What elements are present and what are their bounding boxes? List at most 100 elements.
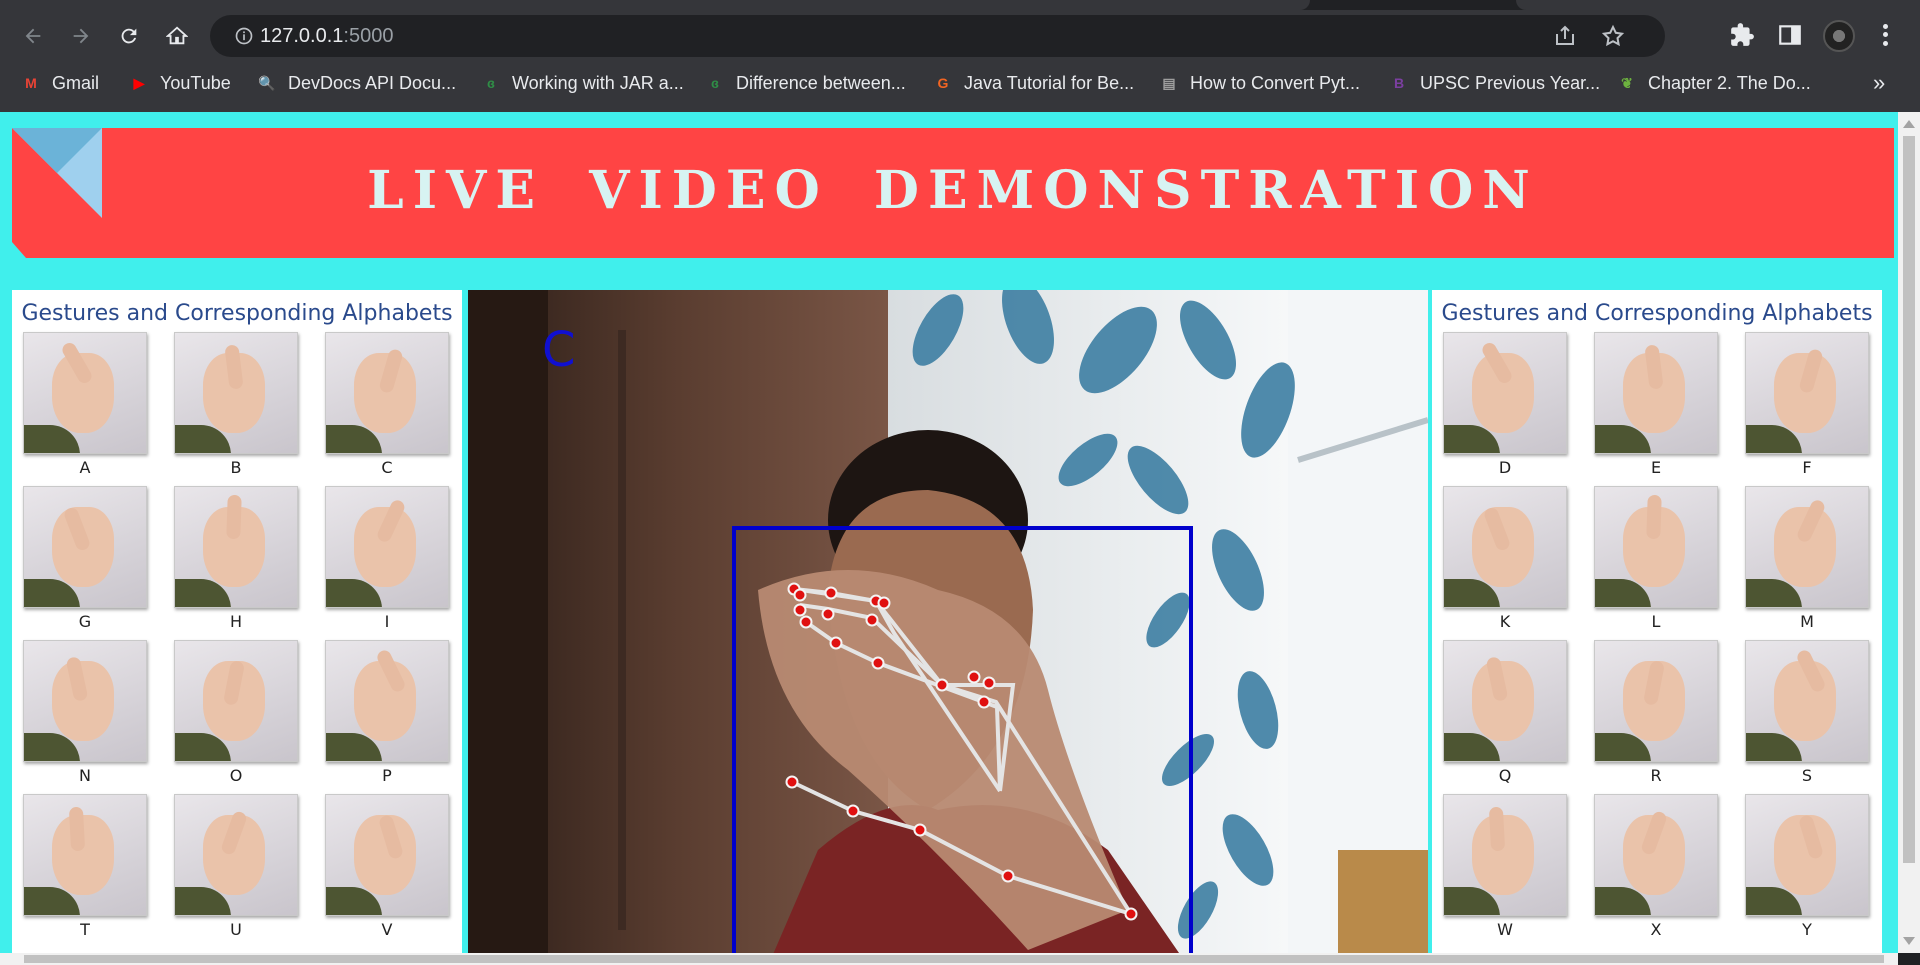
bookmark-item[interactable]: ▤ How to Convert Pyt... [1158,66,1360,100]
gesture-image [1745,794,1869,916]
bookmark-label: Gmail [52,72,100,93]
gesture-card: Q [1443,640,1567,786]
scrollbar-thumb[interactable] [24,955,1884,963]
tab-strip [0,0,1920,10]
gesture-image [1594,486,1718,608]
bookmark-label: DevDocs API Docu... [288,72,457,93]
gesture-image [174,794,298,916]
side-panel-icon[interactable] [1777,22,1803,48]
url-text[interactable]: 127.0.0.1:5000 [260,25,393,48]
extensions-icon[interactable] [1729,22,1755,48]
gesture-card: V [325,794,449,940]
live-video-feed: C [468,290,1428,953]
bookmark-b-icon: B [1393,75,1405,91]
gesture-letter: B [230,458,242,477]
bookmark-label: Working with JAR a... [512,72,684,93]
gesture-card: P [325,640,449,786]
scroll-up-arrow-icon[interactable] [1903,120,1915,128]
back-button[interactable] [17,20,49,52]
bookmark-item[interactable]: ɞ Difference between... [704,66,906,100]
bookmark-star-icon[interactable] [1601,24,1625,48]
gesture-image [325,486,449,608]
gesture-panel-heading: Gestures and Corresponding Alphabets [1441,301,1873,326]
horizontal-scrollbar[interactable] [0,953,1898,965]
video-frame [468,290,1428,953]
gesture-letter: S [1801,766,1813,785]
gesture-image [1745,486,1869,608]
home-button[interactable] [161,20,193,52]
bookmark-item[interactable]: ❦ Chapter 2. The Do... [1616,66,1811,100]
gesture-letter: O [229,766,243,785]
gesture-panel-left: Gestures and Corresponding Alphabets A B C… [12,290,462,953]
back-arrow-icon [25,28,41,44]
gesture-card: F [1745,332,1869,478]
bookmark-item[interactable]: G Java Tutorial for Be... [932,66,1135,100]
scroll-down-arrow-icon[interactable] [1903,937,1915,945]
gesture-letter: H [229,612,243,631]
page-title: LIVE VIDEO DEMONSTRATION [367,160,1539,221]
gesture-letter: W [1497,920,1513,939]
gesture-card: X [1594,794,1718,940]
gesture-letter: Q [1498,766,1512,785]
tab-strip-right [1516,0,1920,10]
gesture-image [23,486,147,608]
gesture-image [325,640,449,762]
forward-button[interactable] [65,20,97,52]
gesture-letter: Y [1802,920,1812,939]
gesture-card: K [1443,486,1567,632]
gesture-card: D [1443,332,1567,478]
gesture-grid-right: D E F K L M Q R S W X Y [1432,332,1882,940]
gesture-letter: T [80,920,90,939]
reload-button[interactable] [113,20,145,52]
gesture-card: N [23,640,147,786]
gesture-card: B [174,332,298,478]
bookmarks-overflow-button[interactable]: » [1873,66,1885,100]
bookmark-item[interactable]: ▶ YouTube [128,66,231,100]
share-icon[interactable] [1553,24,1577,48]
gesture-image [23,332,147,454]
gesture-panel-right: Gestures and Corresponding Alphabets D E F… [1432,290,1882,953]
bookmark-item[interactable]: 🔍 DevDocs API Docu... [256,66,456,100]
active-tab[interactable] [0,0,1310,10]
gesture-card: R [1594,640,1718,786]
gesture-letter: D [1498,458,1512,477]
youtube-icon: ▶ [133,74,145,91]
gesture-letter: M [1800,612,1814,631]
gesture-panel-heading: Gestures and Corresponding Alphabets [21,301,453,326]
gesture-image [1443,794,1567,916]
forward-arrow-icon [73,28,89,44]
devdocs-icon: 🔍 [258,74,276,91]
gesture-letter: C [381,458,393,477]
gesture-card: Y [1745,794,1869,940]
bookmark-label: How to Convert Pyt... [1190,72,1361,93]
gesture-letter: U [230,920,242,939]
scrollbar-thumb[interactable] [1903,136,1915,863]
gmail-icon: M [25,75,37,91]
bookmark-label: YouTube [160,72,231,93]
geeksforgeeks-icon: ɞ [487,75,495,91]
bookmark-item[interactable]: B UPSC Previous Year... [1388,66,1600,100]
bookmark-item[interactable]: ɞ Working with JAR a... [480,66,684,100]
gesture-letter: V [381,920,393,939]
gesture-image [1594,332,1718,454]
gesture-image [23,794,147,916]
gesture-image [1594,794,1718,916]
gesture-grid-left: A B C G H I N O P T U V [12,332,462,940]
url-host: 127.0.0.1 [260,25,344,47]
gesture-card: H [174,486,298,632]
gesture-letter: A [79,458,91,477]
vertical-scrollbar[interactable] [1898,112,1920,953]
appdividend-icon: ▤ [1162,74,1176,91]
gesture-image [325,332,449,454]
address-bar[interactable]: 127.0.0.1:5000 [210,15,1665,57]
gesture-image [1443,332,1567,454]
page-content: LIVE VIDEO DEMONSTRATION Gestures and Co… [0,112,1898,953]
gesture-card: W [1443,794,1567,940]
profile-avatar[interactable] [1823,20,1855,52]
gesture-image [1745,332,1869,454]
bookmarks-bar: M Gmail ▶ YouTube 🔍 DevDocs API Docu... ɞ Worki… [0,66,1920,100]
browser-menu-icon[interactable] [1878,22,1892,48]
bookmark-label: Difference between... [736,72,906,93]
bookmark-item[interactable]: M Gmail [20,66,99,100]
info-icon[interactable] [234,26,254,46]
